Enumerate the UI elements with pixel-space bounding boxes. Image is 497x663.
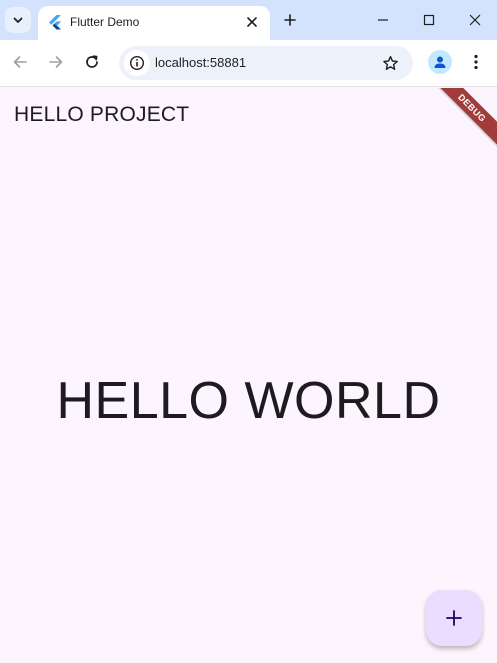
- arrow-right-icon: [49, 56, 63, 68]
- minimize-button[interactable]: [369, 6, 397, 34]
- tab-strip: Flutter Demo: [0, 0, 497, 40]
- more-vert-icon: [474, 54, 478, 70]
- info-icon: [129, 55, 145, 71]
- arrow-left-icon: [13, 56, 27, 68]
- hello-world-text: HELLO WORLD: [56, 372, 441, 430]
- page-title: HELLO PROJECT: [14, 103, 190, 126]
- app-page: HELLO PROJECT HELLO WORLD DEBUG: [0, 88, 497, 663]
- reload-button[interactable]: [79, 49, 105, 75]
- close-window-button[interactable]: [461, 6, 489, 34]
- plus-icon: [284, 14, 296, 26]
- tab-close-button[interactable]: [242, 12, 262, 32]
- close-icon: [469, 14, 481, 26]
- browser-menu-button[interactable]: [466, 50, 486, 74]
- tab-title: Flutter Demo: [70, 15, 140, 29]
- debug-banner: DEBUG: [423, 88, 497, 157]
- add-button[interactable]: [426, 590, 482, 646]
- address-bar[interactable]: localhost:58881: [119, 46, 413, 80]
- new-tab-button[interactable]: [279, 9, 301, 31]
- minimize-icon: [378, 19, 388, 21]
- url-text: localhost:58881: [155, 55, 247, 70]
- site-info-button[interactable]: [124, 50, 150, 76]
- plus-icon: [446, 610, 462, 626]
- chevron-down-icon: [13, 17, 23, 23]
- browser-toolbar: localhost:58881: [0, 40, 497, 87]
- reload-icon: [86, 55, 98, 68]
- forward-button[interactable]: [43, 49, 69, 75]
- maximize-icon: [423, 14, 435, 26]
- profile-button[interactable]: [428, 50, 452, 74]
- tab-search-button[interactable]: [5, 7, 31, 33]
- debug-banner-label: DEBUG: [456, 92, 488, 124]
- close-icon: [247, 17, 257, 27]
- person-icon: [434, 56, 446, 68]
- flutter-logo-icon: [49, 15, 61, 30]
- star-icon: [382, 55, 398, 70]
- browser-tab[interactable]: Flutter Demo: [38, 6, 270, 40]
- maximize-button[interactable]: [415, 6, 443, 34]
- bookmark-button[interactable]: [379, 52, 401, 74]
- back-button[interactable]: [7, 49, 33, 75]
